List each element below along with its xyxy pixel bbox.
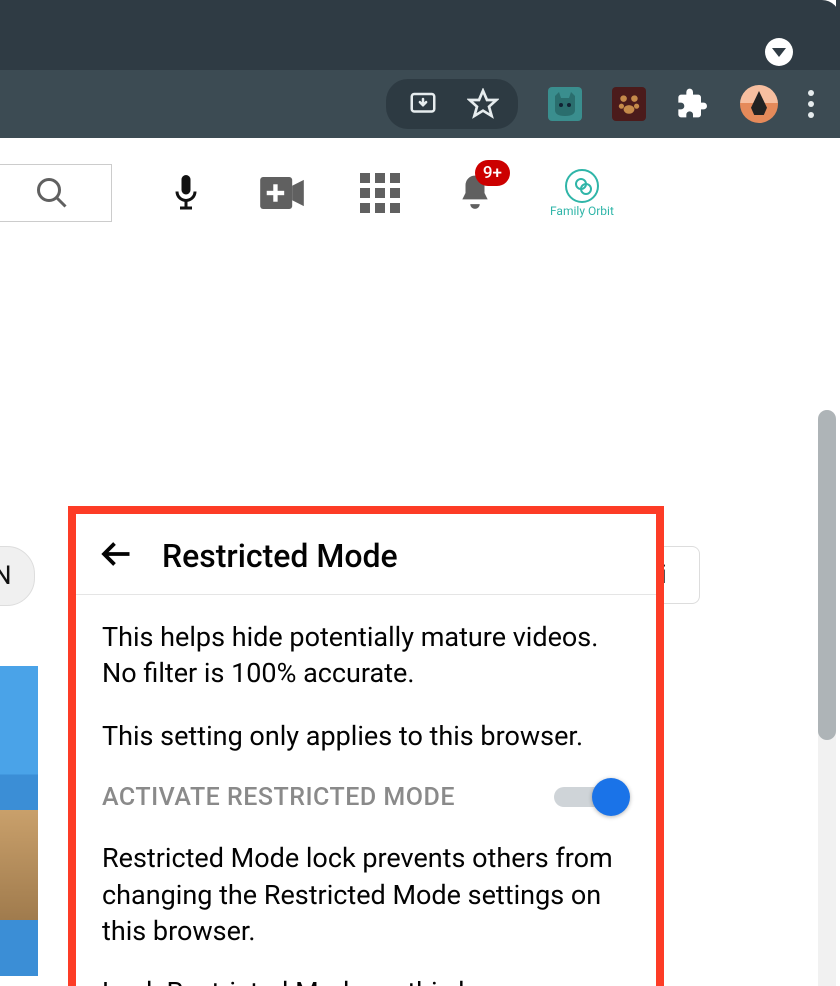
panel-description-2: This setting only applies to this browse…	[102, 718, 630, 754]
activate-label: ACTIVATE RESTRICTED MODE	[102, 783, 455, 812]
arrow-left-icon	[98, 536, 134, 572]
scrollbar-thumb[interactable]	[818, 410, 836, 740]
search-button[interactable]	[0, 164, 112, 222]
search-icon	[34, 175, 70, 211]
browser-tab-bar	[0, 0, 840, 70]
filter-chip-partial[interactable]: N	[0, 546, 35, 606]
restricted-mode-panel: Restricted Mode This helps hide potentia…	[76, 514, 656, 986]
voice-search-button[interactable]	[168, 171, 204, 215]
chevron-down-icon	[772, 48, 786, 57]
account-label: Family Orbit	[550, 205, 614, 217]
back-button[interactable]	[98, 536, 134, 576]
family-orbit-icon	[565, 169, 599, 203]
restricted-mode-toggle[interactable]	[554, 780, 630, 814]
notification-badge: 9+	[475, 160, 510, 186]
apps-button[interactable]	[360, 173, 400, 213]
tab-dropdown-button[interactable]	[765, 38, 793, 66]
lock-restricted-mode-link[interactable]: Lock Restricted Mode on this browser	[102, 976, 630, 986]
browser-toolbar	[0, 70, 840, 138]
restricted-mode-panel-highlight: Restricted Mode This helps hide potentia…	[68, 506, 664, 986]
address-bar-actions	[386, 79, 518, 129]
download-icon[interactable]	[406, 87, 440, 121]
notifications-button[interactable]: 9+	[456, 172, 494, 214]
filter-chips-row: N	[0, 546, 35, 606]
create-button[interactable]	[260, 177, 304, 209]
profile-avatar[interactable]	[740, 85, 778, 123]
activate-row: ACTIVATE RESTRICTED MODE	[102, 780, 630, 814]
account-button[interactable]: Family Orbit	[550, 169, 614, 217]
panel-title: Restricted Mode	[162, 537, 398, 575]
apps-grid-icon	[360, 173, 400, 213]
panel-header: Restricted Mode	[76, 532, 656, 595]
youtube-header: 9+ Family Orbit	[0, 138, 840, 248]
extensions-icon[interactable]	[676, 87, 710, 121]
video-thumbnail[interactable]: 21:2	[0, 666, 38, 976]
star-icon[interactable]	[466, 87, 500, 121]
toggle-knob	[592, 778, 630, 816]
panel-description-1: This helps hide potentially mature video…	[102, 619, 630, 692]
browser-menu-button[interactable]	[808, 90, 814, 118]
extension-cat-icon[interactable]	[548, 87, 582, 121]
lock-description: Restricted Mode lock prevents others fro…	[102, 840, 630, 949]
extension-paw-icon[interactable]	[612, 87, 646, 121]
